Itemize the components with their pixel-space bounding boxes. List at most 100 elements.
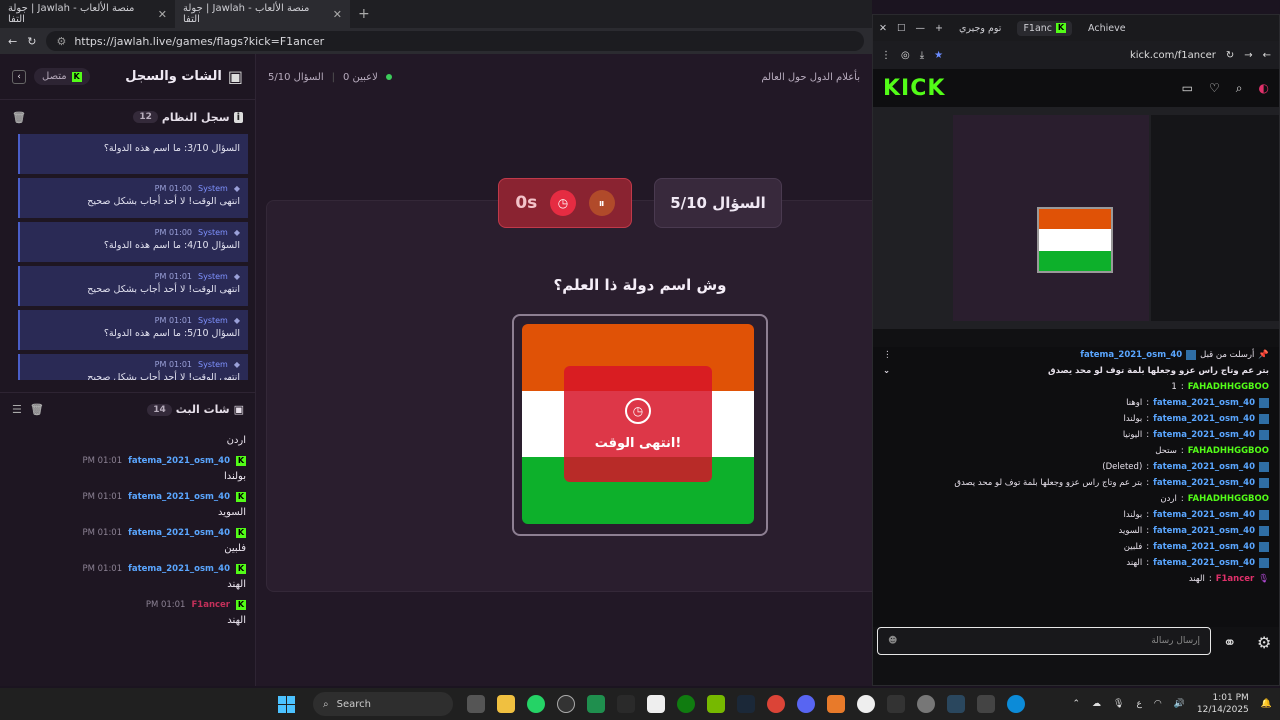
pause-button[interactable]: ⏸: [588, 190, 615, 216]
emoji-icon[interactable]: ☻: [888, 636, 897, 646]
list-item: ◆ System PM 01:01 السؤال 5/10: ما اسم هذه …: [18, 310, 248, 350]
whatsapp-icon[interactable]: [527, 695, 545, 713]
wifi-icon[interactable]: ◠: [1154, 699, 1162, 709]
time-up-overlay: ◷ انتهى الوقت!: [564, 366, 712, 482]
url-text[interactable]: kick.com/f1ancer: [1130, 50, 1216, 61]
shield-icon: ◆: [233, 316, 240, 325]
onedrive-icon[interactable]: ☁: [1092, 699, 1101, 709]
close-icon[interactable]: ✕: [333, 8, 342, 21]
settings-icon[interactable]: ⚙: [1257, 633, 1271, 652]
list-item: اردن: [226, 435, 246, 446]
browser-tab[interactable]: Achieve: [1082, 21, 1132, 36]
bookmark-star-icon[interactable]: ★: [934, 50, 943, 61]
minimize-icon[interactable]: —: [916, 23, 926, 34]
tab-title: جولة | Jawlah - منصة الألعاب التفا: [8, 3, 135, 25]
flag-image: ◷ انتهى الوقت!: [522, 324, 754, 524]
clock-icon: ◷: [549, 190, 576, 216]
trash-icon[interactable]: 🗑: [12, 111, 26, 124]
kick-logo[interactable]: KICK: [883, 76, 945, 101]
list-item: ◆ System PM 01:00 السؤال 4/10: ما اسم هذه …: [18, 222, 248, 262]
volume-icon[interactable]: 🔊: [1174, 699, 1185, 709]
back-icon[interactable]: ←: [8, 35, 17, 48]
timer-box: 0s ◷ ⏸: [498, 178, 632, 228]
mic-icon[interactable]: 🎙: [1113, 699, 1124, 709]
store-icon[interactable]: ▭: [1182, 81, 1193, 96]
xbox-icon[interactable]: [677, 695, 695, 713]
epic-games-icon[interactable]: [617, 695, 635, 713]
pinned-message-text: بتر عم وتاج راس عزو وجعلها بلمة توف لو م…: [883, 366, 1269, 376]
kick-address-bar: ⋮ ◎ ⤓ ★ kick.com/f1ancer ↻ → ←: [873, 41, 1279, 69]
game-topline: السؤال 5/10 | 0 لاعبين بأعلام الدول حول …: [268, 71, 860, 83]
chat-input[interactable]: إرسال رسالة ☻: [877, 627, 1211, 655]
clock[interactable]: 1:01 PM 12/14/2025: [1197, 692, 1249, 716]
file-explorer-icon[interactable]: [497, 695, 515, 713]
browser-tab-active[interactable]: F1anc K: [1017, 20, 1073, 36]
windows-start-icon[interactable]: [278, 695, 295, 713]
steam-icon[interactable]: [947, 695, 965, 713]
connection-status-badge: متصل K: [34, 68, 90, 85]
new-tab-icon[interactable]: +: [935, 23, 943, 34]
task-view-icon[interactable]: [467, 695, 485, 713]
chat-message: fatema_2021_osm_40: بولندا: [873, 507, 1279, 523]
chrome-icon[interactable]: [767, 695, 785, 713]
discord-icon[interactable]: [797, 695, 815, 713]
taskbar-search[interactable]: ⌕ Search: [313, 692, 453, 716]
more-options-icon[interactable]: ⋮: [883, 350, 892, 360]
reload-icon[interactable]: ↻: [27, 35, 36, 48]
search-icon[interactable]: ⌕: [1236, 81, 1243, 96]
avatar[interactable]: ◐: [1259, 81, 1269, 96]
app-icon[interactable]: [827, 695, 845, 713]
download-icon[interactable]: ⤓: [920, 50, 924, 61]
site-info-icon[interactable]: ⚙: [56, 35, 66, 48]
reload-icon[interactable]: ↻: [1226, 50, 1234, 61]
app-icon[interactable]: [977, 695, 995, 713]
new-tab-icon[interactable]: +: [358, 6, 370, 22]
back-icon[interactable]: ←: [1263, 50, 1271, 61]
app-icon[interactable]: [587, 695, 605, 713]
flag-card: ◷ انتهى الوقت!: [512, 314, 768, 536]
notification-bell-icon[interactable]: 🔔: [1261, 699, 1272, 709]
close-icon[interactable]: ✕: [158, 8, 167, 21]
chat-message: fatema_2021_osm_40: بتر عم وتاج راس عزو و…: [873, 475, 1279, 491]
app-icon[interactable]: [887, 695, 905, 713]
edge-icon[interactable]: [1007, 695, 1025, 713]
browser-tab[interactable]: جولة | Jawlah - منصة الألعاب التفا ✕: [0, 0, 175, 28]
profile-icon[interactable]: ◎: [901, 50, 910, 61]
system-tray: ⌃ ☁ 🎙 ع ◠ 🔊 1:01 PM 12/14/2025 🔔: [1072, 692, 1272, 716]
obs-icon[interactable]: [857, 695, 875, 713]
browser-tab-bar: جولة | Jawlah - منصة الألعاب التفا ✕ جول…: [0, 0, 872, 28]
collapse-sidebar-icon[interactable]: ‹: [12, 69, 26, 84]
extensions-icon[interactable]: ⋮: [881, 50, 891, 61]
trash-icon[interactable]: 🗑: [30, 403, 44, 416]
kick-logo-icon: K: [1056, 23, 1067, 33]
list-item: Kfatema_2021_osm_40 PM 01:01 فلبين: [82, 528, 246, 554]
browser-tab-active[interactable]: جولة | Jawlah - منصة الألعاب التفا ✕: [175, 0, 350, 28]
chatgpt-icon[interactable]: [557, 695, 575, 713]
sidebar-header: ‹ متصل K الشات والسجل ▣: [0, 54, 255, 100]
chat-message: 🎙 F1ancer: الهند: [1188, 574, 1269, 584]
timer-value: 0s: [515, 193, 538, 213]
nvidia-icon[interactable]: [707, 695, 725, 713]
browser-tab[interactable]: توم وجيري: [953, 21, 1007, 36]
share-icon[interactable]: ⚭: [1223, 633, 1236, 652]
online-dot-icon: [385, 74, 392, 80]
forward-icon[interactable]: →: [1244, 50, 1252, 61]
info-icon: i: [233, 111, 243, 123]
maximize-icon[interactable]: ☐: [897, 23, 906, 34]
filter-icon[interactable]: ☰: [12, 403, 22, 416]
steam-icon[interactable]: [737, 695, 755, 713]
settings-icon[interactable]: [917, 695, 935, 713]
chevron-down-icon[interactable]: ⌄: [883, 366, 890, 376]
chat-icon: ▣: [233, 403, 244, 416]
chevron-up-icon[interactable]: ⌃: [1072, 699, 1080, 709]
user-badge-icon: [1259, 430, 1269, 440]
close-icon[interactable]: ✕: [879, 23, 887, 34]
language-indicator[interactable]: ع: [1136, 699, 1141, 709]
heart-icon[interactable]: ♡: [1209, 81, 1220, 96]
store-icon[interactable]: [647, 695, 665, 713]
windows-taskbar: ⌕ Search ⌃ ☁ 🎙 ع ◠ 🔊 1:01 PM 12/14/2025: [0, 688, 1280, 720]
stream-chat-list: اردن Kfatema_2021_osm_40 PM 01:01 بولندا …: [10, 430, 246, 686]
address-field[interactable]: ⚙ https://jawlah.live/games/flags?kick=F…: [46, 31, 864, 51]
stream-video-player[interactable]: [873, 107, 1279, 329]
chat-message: fatema_2021_osm_40: بولندا: [873, 411, 1279, 427]
